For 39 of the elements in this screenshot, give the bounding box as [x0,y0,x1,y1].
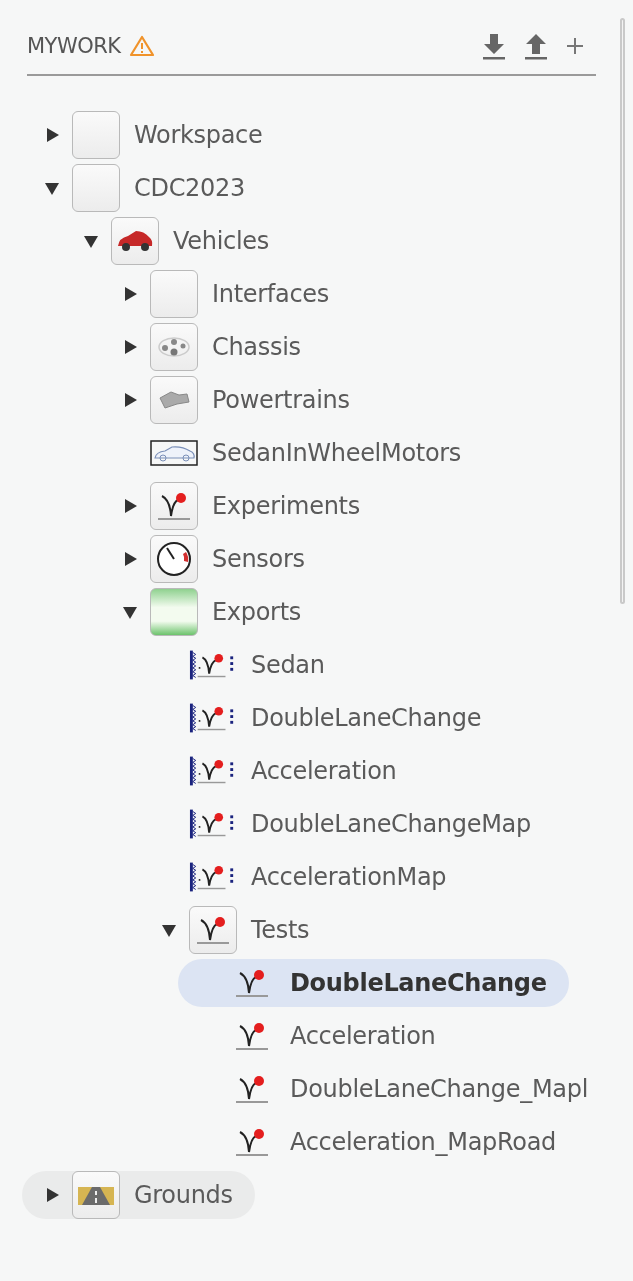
tree-item[interactable]: AccelerationMap [139,852,469,901]
item-icon [150,587,198,636]
tree-item[interactable]: Workspace [22,110,285,159]
tree-item[interactable]: Acceleration [139,746,419,795]
upload-icon[interactable] [524,32,548,60]
caret-right-icon [122,338,138,355]
tree-item[interactable]: Sedan [139,640,347,689]
item-icon [72,110,120,159]
chassis-icon [157,334,191,359]
tree-item[interactable]: Experiments [100,481,382,530]
caret-right-icon [122,285,138,302]
tree-item[interactable]: DoubleLaneChange_Mapl [178,1064,610,1113]
tree-item[interactable]: Tests [139,905,332,954]
tree-item[interactable]: SedanInWheelMotors [100,428,484,477]
tree-item[interactable]: Chassis [100,322,323,371]
tree-item[interactable]: Acceleration [178,1011,458,1060]
download-icon[interactable] [482,32,506,60]
tree-item[interactable]: CDC2023 [22,163,267,212]
caret-right-icon [122,497,138,514]
caret-right-icon [122,550,138,567]
scrollbar[interactable] [620,18,625,604]
panel-title: MYWORK [27,34,121,58]
add-icon[interactable] [566,37,584,55]
tree-item[interactable]: Grounds [22,1170,255,1219]
item-icon [150,269,198,318]
tree-item[interactable]: DoubleLaneChange [139,693,504,742]
tree-item[interactable]: Interfaces [100,269,351,318]
tree-item[interactable]: Exports [100,587,323,636]
tree-item[interactable]: Vehicles [61,216,291,265]
tree-item[interactable]: Sensors [100,534,327,583]
tree-item[interactable]: Powertrains [100,375,372,424]
caret-right-icon [122,391,138,408]
sedan-icon [150,438,198,467]
item-icon [72,163,120,212]
tree-item[interactable]: Acceleration_MapRoad [178,1117,578,1166]
caret-right-icon [44,126,60,143]
caret-right-icon [44,1186,60,1203]
tree-item[interactable]: DoubleLaneChange [178,958,569,1007]
tree-item[interactable]: DoubleLaneChangeMap [139,799,553,848]
